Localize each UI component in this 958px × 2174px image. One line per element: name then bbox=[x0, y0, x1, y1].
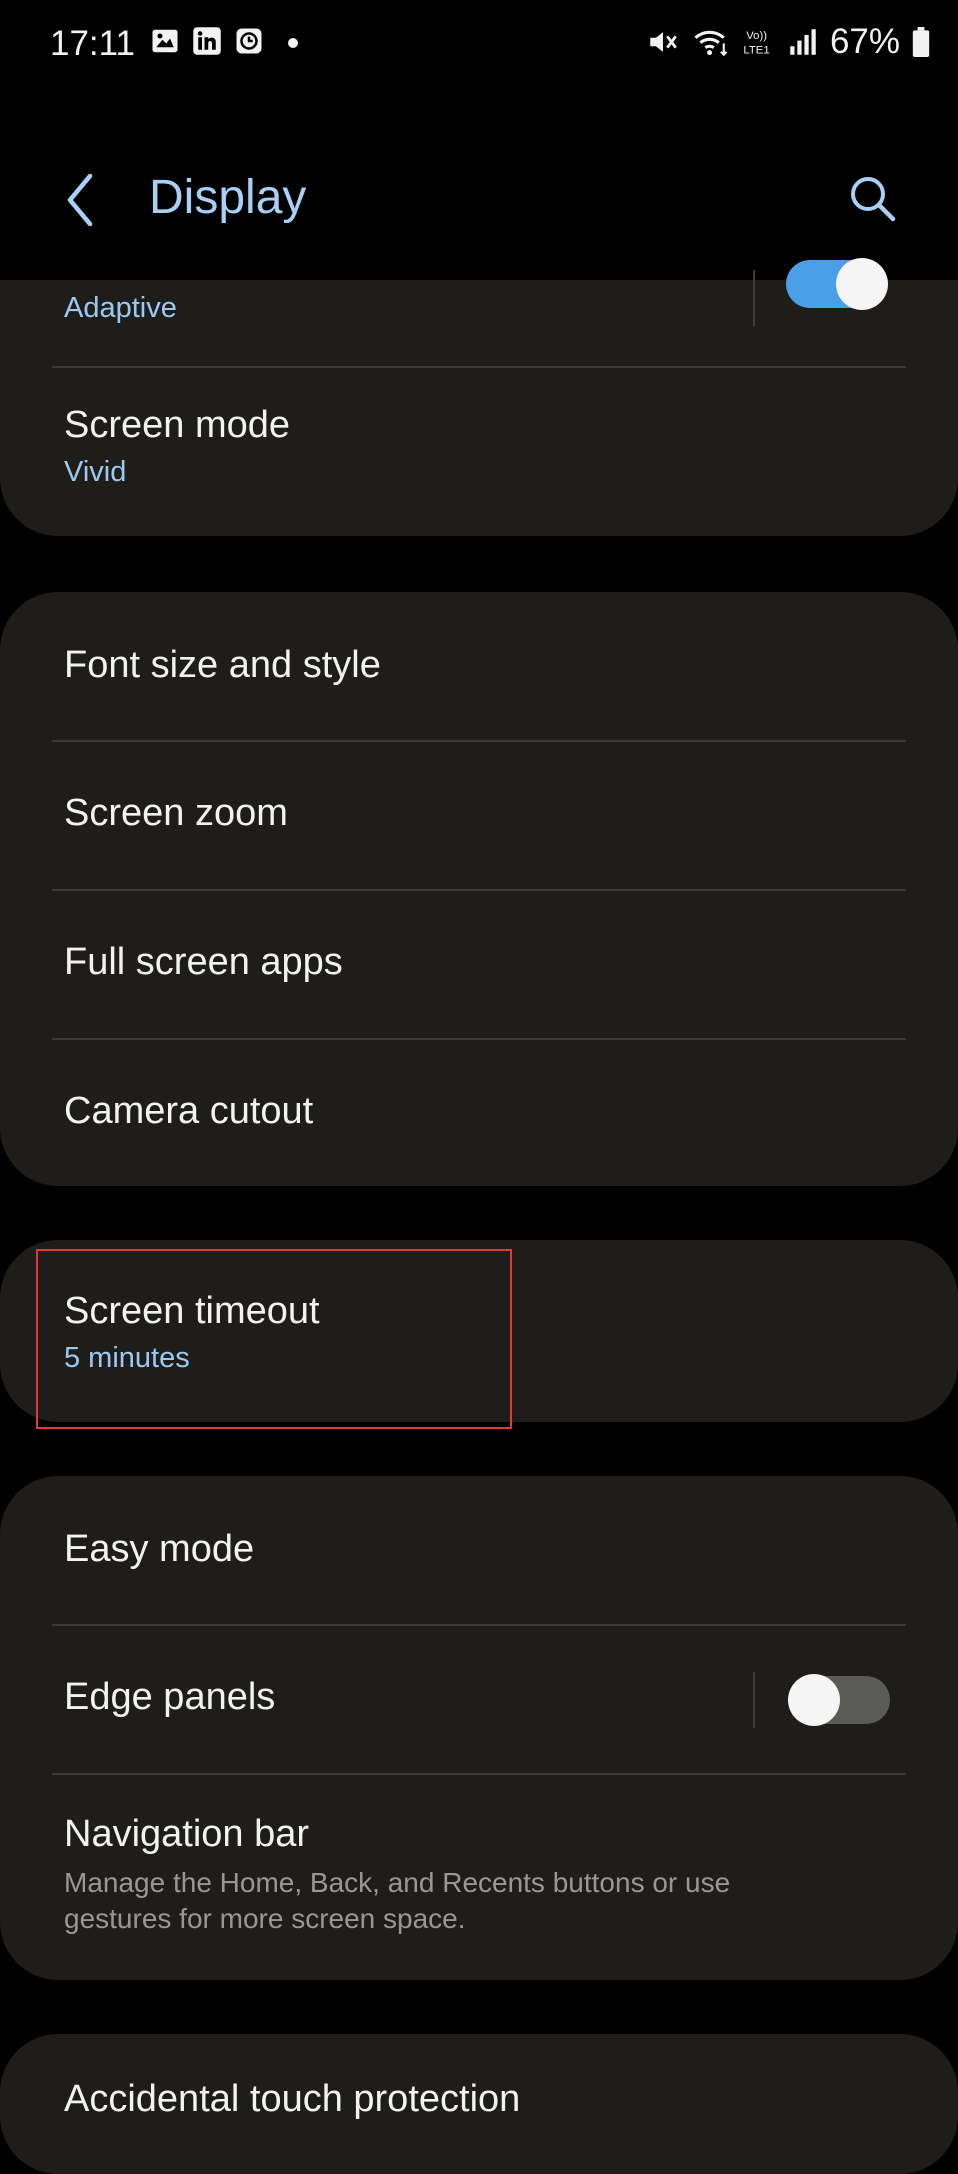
font-size-and-style-row[interactable]: Font size and style bbox=[0, 592, 958, 740]
camera-cutout-row[interactable]: Camera cutout bbox=[0, 1040, 958, 1186]
edge-panels-toggle[interactable] bbox=[788, 1674, 890, 1726]
linkedin-icon bbox=[193, 27, 221, 55]
navigation-bar-label: Navigation bar bbox=[64, 1813, 310, 1855]
easy-mode-label: Easy mode bbox=[64, 1528, 255, 1570]
battery-percentage: 67% bbox=[829, 22, 900, 61]
mute-icon bbox=[650, 32, 677, 52]
vertical-separator bbox=[753, 270, 755, 326]
notification-dot-icon bbox=[288, 38, 298, 48]
card-accidental-touch: Accidental touch protection bbox=[0, 2034, 958, 2174]
adaptive-brightness-toggle[interactable] bbox=[786, 258, 888, 310]
gallery-icon bbox=[152, 29, 178, 53]
status-time: 17:11 bbox=[50, 24, 135, 63]
full-screen-apps-label: Full screen apps bbox=[64, 941, 343, 983]
screen-mode-label: Screen mode bbox=[64, 404, 291, 446]
volte-icon: Vo)) LTE1 bbox=[743, 30, 769, 56]
camera-cutout-label: Camera cutout bbox=[64, 1090, 314, 1132]
screen-mode-row[interactable]: Screen mode Vivid bbox=[0, 368, 958, 536]
status-icons-left bbox=[150, 26, 264, 56]
svg-text:Vo)): Vo)) bbox=[746, 30, 767, 42]
full-screen-apps-row[interactable]: Full screen apps bbox=[0, 891, 958, 1039]
adaptive-brightness-row[interactable]: Adaptive bbox=[0, 258, 958, 360]
page-title: Display bbox=[149, 171, 307, 224]
card-display-options: Font size and style Screen zoom Full scr… bbox=[0, 592, 958, 1186]
search-icon[interactable] bbox=[846, 172, 898, 224]
accidental-touch-protection-label: Accidental touch protection bbox=[64, 2078, 521, 2120]
edge-panels-label: Edge panels bbox=[64, 1676, 276, 1718]
clock-app-icon bbox=[236, 28, 262, 54]
screen-zoom-label: Screen zoom bbox=[64, 792, 288, 834]
navigation-bar-row[interactable]: Navigation bar Manage the Home, Back, an… bbox=[0, 1775, 958, 1980]
screen-zoom-row[interactable]: Screen zoom bbox=[0, 742, 958, 890]
highlight-box bbox=[36, 1249, 512, 1429]
svg-text:LTE1: LTE1 bbox=[743, 44, 769, 56]
adaptive-brightness-value: Adaptive bbox=[64, 292, 177, 324]
card-brightness-screen-mode: Adaptive Screen mode Vivid bbox=[0, 258, 958, 536]
vertical-separator bbox=[753, 1672, 755, 1728]
screen-mode-value: Vivid bbox=[64, 456, 127, 488]
back-chevron-left-icon[interactable] bbox=[62, 170, 98, 230]
card-more-options: Easy mode Edge panels Navigation bar Man… bbox=[0, 1476, 958, 1980]
battery-icon bbox=[912, 27, 930, 57]
toggle-knob bbox=[788, 1674, 840, 1726]
navigation-bar-description: Manage the Home, Back, and Recents butto… bbox=[64, 1867, 731, 1934]
font-size-and-style-label: Font size and style bbox=[64, 644, 381, 686]
signal-icon bbox=[790, 29, 816, 55]
accidental-touch-protection-row[interactable]: Accidental touch protection bbox=[0, 2034, 958, 2134]
status-icons-right: Vo)) LTE1 67% bbox=[646, 22, 930, 62]
wifi-icon bbox=[694, 30, 728, 57]
edge-panels-row[interactable]: Edge panels bbox=[0, 1626, 958, 1774]
easy-mode-row[interactable]: Easy mode bbox=[0, 1476, 958, 1624]
toggle-knob bbox=[836, 258, 888, 310]
